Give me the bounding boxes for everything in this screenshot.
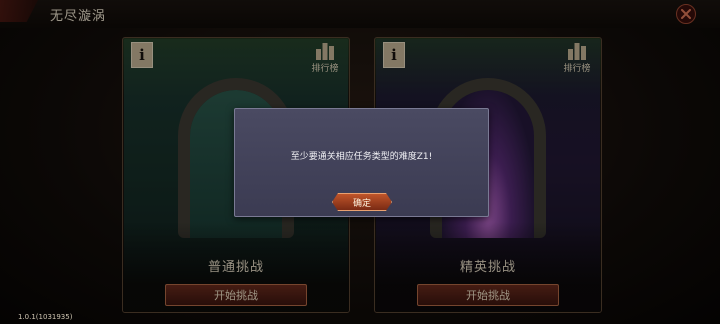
confirm-button[interactable]: 确定 xyxy=(332,193,392,211)
dialog-message: 至少要通关相应任务类型的难度Z1! xyxy=(290,152,433,162)
version-label: 1.0.1(1031935) xyxy=(18,313,73,321)
alert-dialog: 至少要通关相应任务类型的难度Z1! 确定 xyxy=(234,108,489,217)
